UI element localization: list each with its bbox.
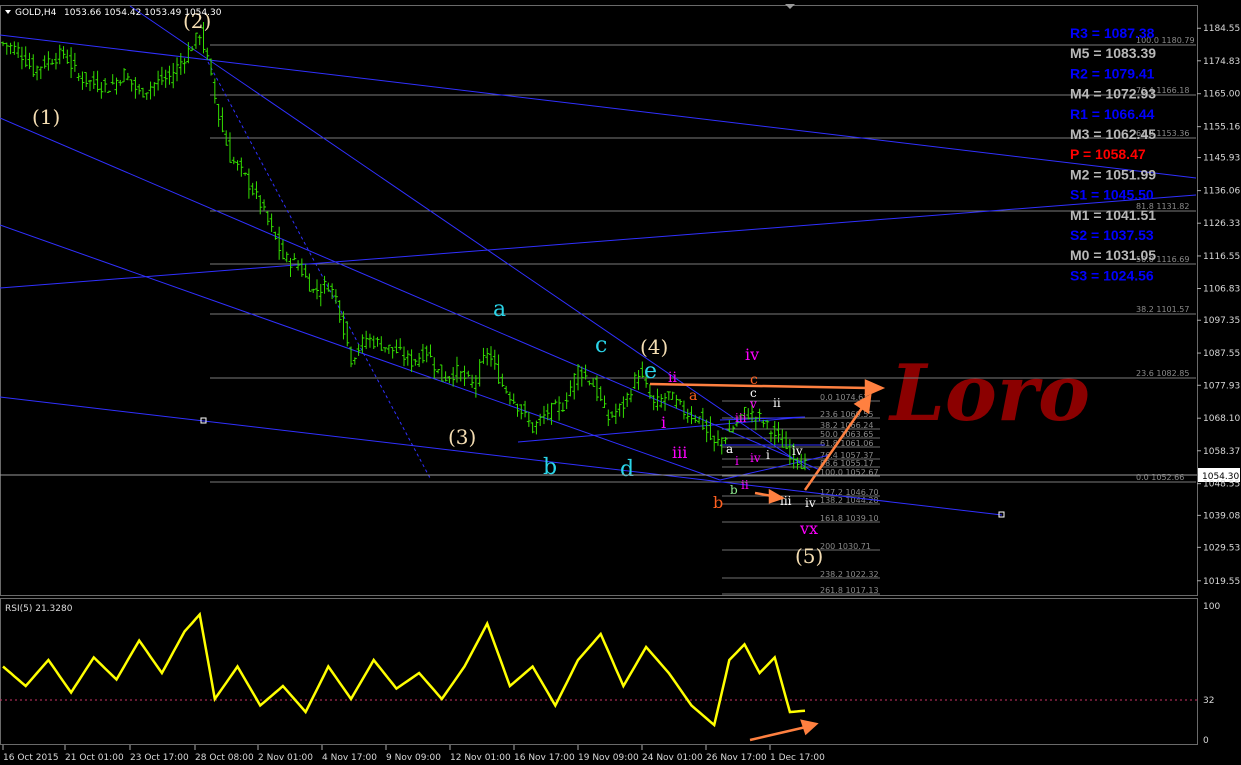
chart-window[interactable]: Loro 100.0 1180.7976.4 1166.1861.8 1153.… — [0, 0, 1241, 765]
fib-ext-label: 200 1030.71 — [820, 542, 871, 551]
time-axis: 16 Oct 2015 21 Oct 01:00 23 Oct 17:00 28 Oc… — [2, 745, 825, 763]
price-tick-label: 1136.06 — [1203, 187, 1240, 197]
wave-label: a — [493, 297, 506, 322]
price-tick-label: 1068.10 — [1203, 414, 1240, 424]
price-tick-label: 1155.16 — [1203, 123, 1240, 133]
time-tick-label: 19 Nov 09:00 — [578, 753, 639, 763]
pivot-level-label: S3 = 1024.56 — [1070, 267, 1154, 283]
fib-ext-label: 100.0 1052.67 — [820, 468, 879, 477]
pivot-level-label: M3 = 1062.45 — [1070, 126, 1156, 142]
rsi-label: RSI(5) 21.3280 — [5, 604, 73, 614]
rsi-axis: 100 32 0 — [1203, 602, 1220, 746]
price-tick-label: 1145.93 — [1203, 154, 1240, 164]
time-tick-label: 16 Nov 17:00 — [514, 753, 575, 763]
fib-ext-label: 88.6 1055.17 — [820, 459, 873, 468]
rsi-tick-label: 0 — [1203, 736, 1209, 746]
loro-watermark: Loro — [888, 348, 1090, 439]
wave-label: (1) — [32, 105, 60, 129]
wave-label: i — [766, 448, 770, 462]
rsi-panel[interactable] — [0, 598, 1198, 745]
wave-label: c — [750, 386, 757, 400]
price-tick-label: 1126.33 — [1203, 219, 1240, 229]
time-tick-label: 9 Nov 09:00 — [386, 753, 441, 763]
wave-label: b — [713, 493, 723, 512]
time-tick-label: 1 Dec 17:00 — [770, 753, 825, 763]
price-axis[interactable]: 1184.55 1174.83 1165.00 1155.16 1145.93 1136.… — [1197, 24, 1240, 587]
rsi-tick-label: 32 — [1203, 696, 1214, 706]
fib-level-label: 23.6 1082.85 — [1136, 369, 1189, 378]
price-tick-label: 1077.93 — [1203, 381, 1240, 391]
wave-label: a — [726, 442, 733, 456]
time-tick-label: 28 Oct 08:00 — [195, 753, 254, 763]
price-tick-label: 1019.55 — [1203, 577, 1240, 587]
time-tick-label: 21 Oct 01:00 — [65, 753, 124, 763]
wave-label: a — [689, 388, 697, 404]
wave-label: (4) — [640, 335, 668, 359]
price-panel[interactable] — [0, 5, 1198, 596]
price-tick-label: 1029.53 — [1203, 543, 1240, 553]
wave-label: c — [595, 333, 607, 358]
wave-label: iii — [780, 494, 792, 508]
pivot-level-label: R1 = 1066.44 — [1070, 106, 1155, 122]
wave-label: i — [661, 413, 666, 432]
wave-label: b — [730, 483, 738, 497]
price-tick-label: 1039.08 — [1203, 511, 1240, 521]
wave-label: iv — [745, 345, 759, 364]
wave-label: iii — [735, 411, 747, 425]
wave-label: iii — [672, 443, 687, 462]
time-tick-label: 2 Nov 01:00 — [258, 753, 313, 763]
wave-label: (5) — [795, 544, 823, 568]
pivot-level-label: P = 1058.47 — [1070, 146, 1146, 162]
pivot-level-label: M0 = 1031.05 — [1070, 247, 1156, 263]
wave-label: iv — [792, 444, 803, 458]
rsi-tick-label: 100 — [1203, 602, 1220, 612]
pivot-level-label: M4 = 1072.93 — [1070, 86, 1156, 102]
price-tick-label: 1116.55 — [1203, 252, 1240, 262]
fib-level-label: 0.0 1052.66 — [1136, 473, 1184, 482]
price-tick-label: 1165.00 — [1203, 90, 1240, 100]
time-tick-label: 4 Nov 17:00 — [322, 753, 377, 763]
fib-ext-label: 161.8 1039.10 — [820, 514, 879, 523]
wave-label: (3) — [448, 425, 476, 449]
symbol-label: GOLD,H4 — [15, 8, 57, 18]
wave-label: iv — [805, 496, 816, 510]
wave-label: ii — [741, 478, 749, 492]
time-tick-label: 12 Nov 01:00 — [450, 753, 511, 763]
ohlc-readout: 1053.66 1054.42 1053.49 1054.30 — [64, 8, 222, 18]
pivot-level-label: R3 = 1087.38 — [1070, 25, 1155, 41]
pivot-level-label: M5 = 1083.39 — [1070, 45, 1156, 61]
pivot-level-label: S1 = 1045.50 — [1070, 187, 1154, 203]
price-tick-label: 1184.55 — [1203, 24, 1240, 34]
wave-label: vx — [799, 519, 818, 538]
price-tick-label: 1058.37 — [1203, 447, 1240, 457]
fib-ext-label: 61.8 1061.06 — [820, 439, 873, 448]
time-tick-label: 24 Nov 01:00 — [642, 753, 703, 763]
pivot-level-label: M2 = 1051.99 — [1070, 166, 1156, 182]
wave-label: b — [543, 455, 557, 480]
time-tick-label: 26 Nov 17:00 — [706, 753, 767, 763]
wave-label: e — [644, 359, 657, 384]
time-tick-label: 23 Oct 17:00 — [130, 753, 189, 763]
fib-ext-label: 261.8 1017.13 — [820, 586, 879, 595]
time-tick-label: 16 Oct 2015 — [3, 753, 59, 763]
price-tick-label: 1106.83 — [1203, 285, 1240, 295]
price-tick-label: 1174.83 — [1203, 57, 1240, 67]
price-tick-label: 1097.35 — [1203, 316, 1240, 326]
price-tick-label: 1087.55 — [1203, 349, 1240, 359]
fib-level-label: 38.2 1101.57 — [1136, 305, 1189, 314]
wave-label: iv — [750, 451, 761, 465]
wave-label: ii — [773, 396, 781, 410]
price-tick-label: 1048.55 — [1203, 480, 1240, 490]
pivot-level-label: R2 = 1079.41 — [1070, 65, 1155, 81]
wave-label: i — [735, 454, 739, 468]
wave-label: d — [620, 457, 634, 482]
pivot-level-label: M1 = 1041.51 — [1070, 207, 1156, 223]
fib-ext-label: 238.2 1022.32 — [820, 570, 879, 579]
pivot-level-label: S2 = 1037.53 — [1070, 227, 1154, 243]
